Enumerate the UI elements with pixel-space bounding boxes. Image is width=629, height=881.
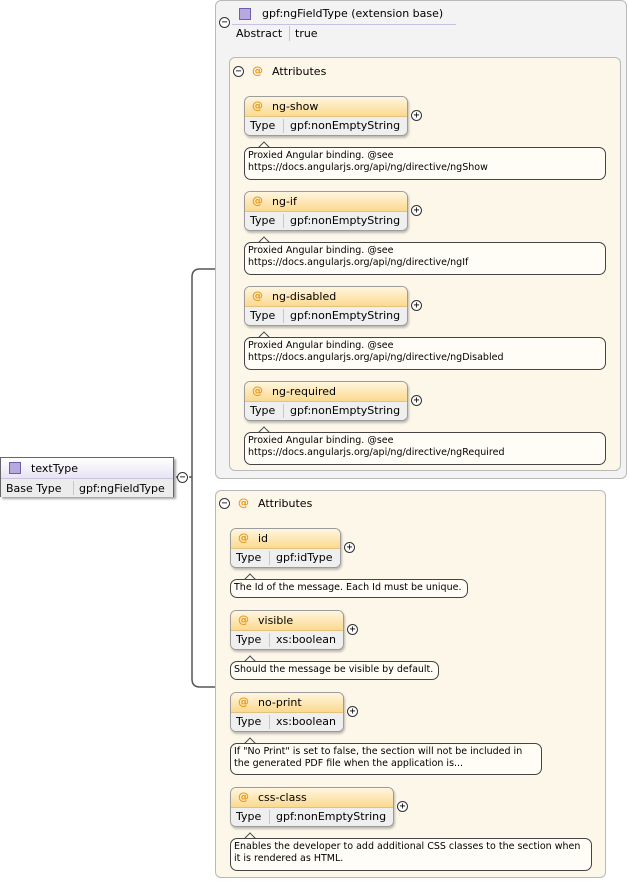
type-value: gpf:nonEmptyString xyxy=(290,214,401,227)
attribute-name: ng-disabled xyxy=(272,290,337,303)
plus-icon[interactable]: + xyxy=(344,542,355,553)
type-label: Type xyxy=(236,715,262,728)
type-value: gpf:nonEmptyString xyxy=(276,810,387,823)
doc-note-visible: Should the message be visible by default… xyxy=(230,661,439,680)
doc-note-id: The Id of the message. Each Id must be u… xyxy=(230,579,468,598)
at-icon: @ xyxy=(238,531,249,544)
at-icon: @ xyxy=(252,64,263,77)
base-type-value: gpf:ngFieldType xyxy=(79,482,165,495)
attribute-ng-required[interactable]: @ ng-required Type gpf:nonEmptyString xyxy=(244,381,408,421)
type-label: Type xyxy=(250,119,276,132)
type-value: gpf:nonEmptyString xyxy=(290,119,401,132)
own-attributes-label: Attributes xyxy=(258,497,313,510)
type-label: Type xyxy=(236,810,262,823)
at-icon: @ xyxy=(252,384,263,397)
plus-icon[interactable]: + xyxy=(347,624,358,635)
attribute-visible[interactable]: @ visible Type xs:boolean xyxy=(230,610,344,650)
attribute-ng-if[interactable]: @ ng-if Type gpf:nonEmptyString xyxy=(244,191,408,231)
type-value: gpf:nonEmptyString xyxy=(290,309,401,322)
abstract-label: Abstract xyxy=(236,27,283,40)
attribute-css-class[interactable]: @ css-class Type gpf:nonEmptyString xyxy=(230,787,394,827)
minus-icon[interactable]: − xyxy=(233,66,244,77)
text-type-header: textType xyxy=(1,458,173,479)
plus-icon[interactable]: + xyxy=(397,801,408,812)
text-type-node[interactable]: textType Base Type gpf:ngFieldType xyxy=(0,457,174,497)
text-type-name: textType xyxy=(31,462,78,475)
type-label: Type xyxy=(250,404,276,417)
minus-icon[interactable]: − xyxy=(219,17,230,28)
attribute-name: id xyxy=(258,532,269,545)
type-label: Type xyxy=(236,551,262,564)
attribute-name: no-print xyxy=(258,696,302,709)
abstract-divider xyxy=(289,26,290,41)
attribute-no-print[interactable]: @ no-print Type xs:boolean xyxy=(230,692,344,732)
attribute-ng-show[interactable]: @ ng-show Type gpf:nonEmptyString xyxy=(244,96,408,136)
at-icon: @ xyxy=(238,695,249,708)
attribute-name: ng-show xyxy=(272,100,319,113)
plus-icon[interactable]: + xyxy=(411,205,422,216)
plus-icon[interactable]: + xyxy=(347,706,358,717)
at-icon: @ xyxy=(238,613,249,626)
type-value: xs:boolean xyxy=(276,633,336,646)
doc-note-ng-disabled: Proxied Angular binding. @see https://doc… xyxy=(244,337,606,370)
abstract-value: true xyxy=(295,27,318,40)
at-icon: @ xyxy=(252,194,263,207)
at-icon: @ xyxy=(252,289,263,302)
doc-note-css-class: Enables the developer to add additional … xyxy=(230,838,592,871)
attribute-name: ng-if xyxy=(272,195,297,208)
minus-icon[interactable]: − xyxy=(219,498,230,509)
base-type-row: Base Type gpf:ngFieldType xyxy=(1,479,173,497)
minus-icon[interactable]: − xyxy=(177,472,188,483)
base-type-label: Base Type xyxy=(6,482,62,495)
attribute-name: visible xyxy=(258,614,294,627)
doc-note-ng-if: Proxied Angular binding. @see https://doc… xyxy=(244,242,606,275)
doc-note-no-print: If "No Print" is set to false, the secti… xyxy=(230,743,542,775)
attribute-name: ng-required xyxy=(272,385,337,398)
at-icon: @ xyxy=(238,496,249,509)
at-icon: @ xyxy=(238,790,249,803)
extension-title: gpf:ngFieldType (extension base) xyxy=(262,7,444,20)
attribute-ng-disabled[interactable]: @ ng-disabled Type gpf:nonEmptyString xyxy=(244,286,408,326)
inherited-attributes-label: Attributes xyxy=(272,65,327,78)
extension-separator xyxy=(232,24,456,25)
type-value: gpf:idType xyxy=(276,551,333,564)
plus-icon[interactable]: + xyxy=(411,110,422,121)
base-type-divider xyxy=(73,481,74,495)
doc-note-ng-required: Proxied Angular binding. @see https://doc… xyxy=(244,432,606,465)
doc-note-ng-show: Proxied Angular binding. @see https://doc… xyxy=(244,147,606,180)
complex-type-icon xyxy=(9,462,21,474)
type-value: xs:boolean xyxy=(276,715,336,728)
type-label: Type xyxy=(236,633,262,646)
type-label: Type xyxy=(250,309,276,322)
type-label: Type xyxy=(250,214,276,227)
plus-icon[interactable]: + xyxy=(411,395,422,406)
complex-type-icon xyxy=(239,8,251,20)
attribute-id[interactable]: @ id Type gpf:idType xyxy=(230,528,341,568)
attribute-name: css-class xyxy=(258,791,307,804)
at-icon: @ xyxy=(252,99,263,112)
type-value: gpf:nonEmptyString xyxy=(290,404,401,417)
plus-icon[interactable]: + xyxy=(411,300,422,311)
